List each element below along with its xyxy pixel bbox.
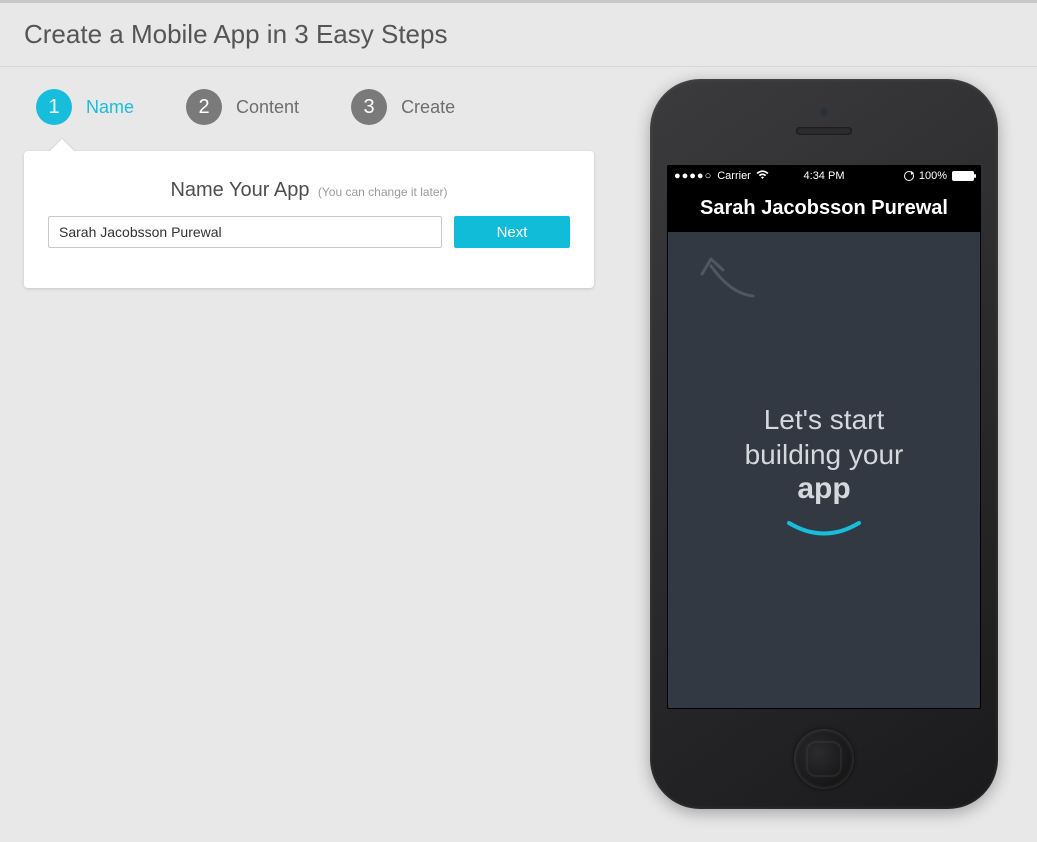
refresh-icon [904,171,914,181]
step-content[interactable]: 2 Content [186,89,299,125]
step-content-number: 2 [186,89,222,125]
carrier-label: Carrier [717,170,751,182]
step-content-label: Content [236,97,299,118]
phone-screen: ●●●●○ Carrier 4:34 PM 100% Sarah Jacobss… [667,165,981,709]
next-button[interactable]: Next [454,216,570,248]
prompt-line1: Let's start [745,402,904,437]
swoosh-icon [784,520,864,540]
battery-icon [952,171,974,181]
app-name-input[interactable] [48,216,442,248]
step-create-number: 3 [351,89,387,125]
status-time: 4:34 PM [804,170,845,182]
panel-subheading: (You can change it later) [318,185,448,199]
battery-pct: 100% [919,170,947,182]
phone-speaker [796,127,852,135]
page-title: Create a Mobile App in 3 Easy Steps [24,19,1013,50]
arrow-icon [693,246,763,311]
panel-heading: Name Your App [170,179,309,201]
step-create-label: Create [401,97,455,118]
name-panel: Name Your App (You can change it later) … [24,151,594,288]
step-create[interactable]: 3 Create [351,89,455,125]
page-header: Create a Mobile App in 3 Easy Steps [0,3,1037,67]
app-title-bar: Sarah Jacobsson Purewal [667,187,981,232]
step-name-number: 1 [36,89,72,125]
step-name-label: Name [86,97,134,118]
phone-camera [820,108,828,116]
phone-mockup: ●●●●○ Carrier 4:34 PM 100% Sarah Jacobss… [650,79,998,809]
status-bar: ●●●●○ Carrier 4:34 PM 100% [667,165,981,187]
wifi-icon [756,170,769,183]
form-row: Next [48,216,570,248]
prompt-line2: building your [745,437,904,472]
content-area: 1 Name 2 Content 3 Create Name Your App … [0,67,1037,288]
panel-title: Name Your App (You can change it later) [48,179,570,202]
signal-dots-icon: ●●●●○ [674,170,712,182]
prompt-bold: app [745,472,904,506]
phone-home-button [794,729,854,789]
step-name[interactable]: 1 Name [36,89,134,125]
screen-body: Let's start building your app [667,232,981,709]
prompt-text: Let's start building your app [745,402,904,540]
